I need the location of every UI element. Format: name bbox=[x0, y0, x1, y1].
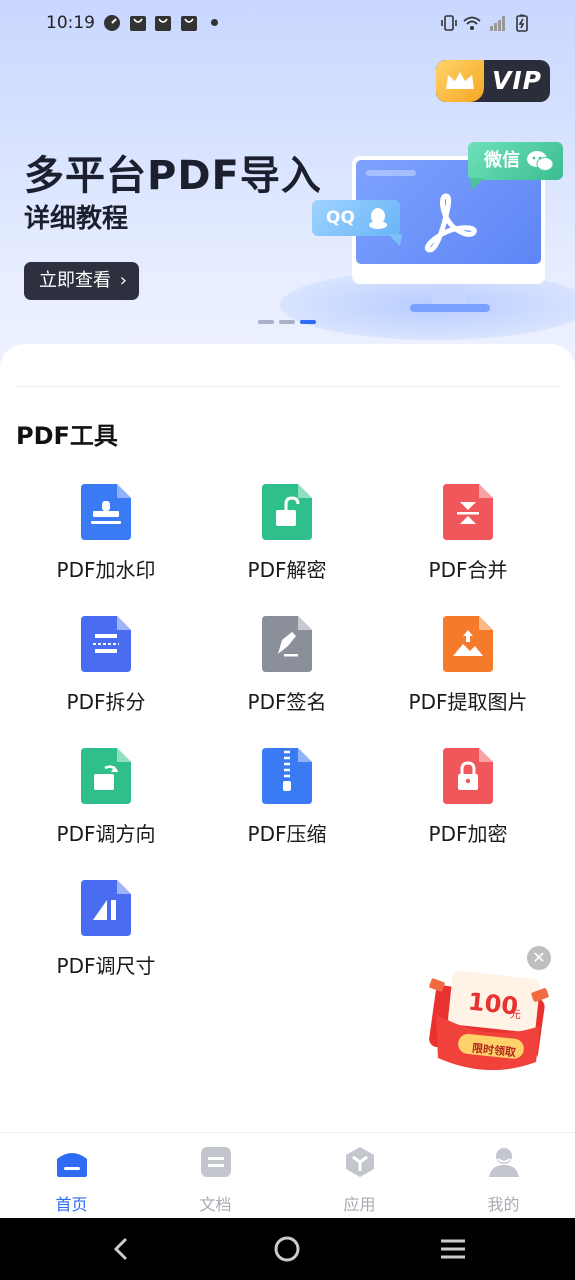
promo-banner[interactable]: 10:19 VIP 多平台PDF导入 详细教程 立即查看 › QQ 微信 bbox=[0, 0, 575, 380]
qq-penguin-icon bbox=[369, 208, 387, 229]
tab-home[interactable]: 首页 bbox=[0, 1133, 143, 1219]
zip-compress-icon bbox=[262, 748, 312, 804]
merge-icon bbox=[443, 484, 493, 540]
tool-extract-images[interactable]: PDF提取图片 bbox=[378, 616, 558, 726]
tool-label: PDF调方向 bbox=[56, 822, 156, 846]
status-time: 10:19 bbox=[46, 13, 95, 33]
vip-label: VIP bbox=[492, 66, 542, 95]
status-bar: 10:19 bbox=[0, 0, 575, 46]
back-icon[interactable] bbox=[107, 1234, 137, 1264]
qq-label: QQ bbox=[326, 208, 355, 228]
tool-label: PDF加密 bbox=[428, 822, 508, 846]
unlock-icon bbox=[262, 484, 312, 540]
section-title: PDF工具 bbox=[16, 422, 118, 450]
shopping-bag-icon bbox=[181, 16, 197, 31]
apps-cube-icon bbox=[346, 1147, 374, 1177]
bottom-tab-bar: 首页 文档 应用 我的 bbox=[0, 1132, 575, 1218]
tool-compress[interactable]: PDF压缩 bbox=[197, 748, 377, 858]
tab-apps[interactable]: 应用 bbox=[288, 1133, 431, 1219]
resize-icon bbox=[81, 880, 131, 936]
shopping-bag-icon bbox=[155, 16, 171, 31]
tool-label: PDF解密 bbox=[247, 558, 327, 582]
wechat-bubble: 微信 bbox=[468, 142, 563, 180]
lock-icon bbox=[443, 748, 493, 804]
notification-dot-icon bbox=[211, 19, 218, 26]
wechat-label: 微信 bbox=[484, 150, 520, 171]
tool-rotate[interactable]: PDF调方向 bbox=[16, 748, 196, 858]
close-promo-icon[interactable]: ✕ bbox=[527, 946, 551, 970]
qq-bubble: QQ bbox=[312, 200, 400, 236]
tool-label: PDF压缩 bbox=[247, 822, 327, 846]
vip-badge[interactable]: VIP bbox=[436, 60, 550, 102]
crown-icon bbox=[446, 72, 474, 89]
carousel-dot bbox=[279, 320, 295, 324]
promo-unit: 元 bbox=[509, 1007, 522, 1022]
tool-signature[interactable]: PDF签名 bbox=[197, 616, 377, 726]
vibrate-icon bbox=[441, 15, 457, 31]
home-icon bbox=[57, 1153, 87, 1177]
carousel-dot-active bbox=[300, 320, 316, 324]
signal-icon bbox=[490, 16, 505, 31]
tab-documents[interactable]: 文档 bbox=[144, 1133, 287, 1219]
wechat-bubble-tail bbox=[470, 178, 484, 190]
tool-encrypt[interactable]: PDF加密 bbox=[378, 748, 558, 858]
document-icon bbox=[201, 1147, 231, 1177]
tool-split[interactable]: PDF拆分 bbox=[16, 616, 196, 726]
qq-bubble-tail bbox=[388, 234, 402, 246]
battery-charging-icon bbox=[516, 14, 528, 32]
red-envelope-icon bbox=[429, 970, 549, 1071]
shopping-bag-icon bbox=[130, 16, 146, 31]
system-navigation-bar bbox=[0, 1218, 575, 1280]
tool-label: PDF调尺寸 bbox=[56, 954, 156, 978]
view-now-label: 立即查看 bbox=[39, 270, 111, 291]
divider bbox=[16, 386, 559, 387]
tool-decrypt[interactable]: PDF解密 bbox=[197, 484, 377, 594]
tab-label: 我的 bbox=[487, 1195, 520, 1214]
image-extract-icon bbox=[443, 616, 493, 672]
rotate-icon bbox=[81, 748, 131, 804]
wifi-icon bbox=[463, 16, 481, 30]
tool-label: PDF拆分 bbox=[66, 690, 146, 714]
home-circle-icon[interactable] bbox=[272, 1234, 302, 1264]
stamp-icon bbox=[81, 484, 131, 540]
tab-label: 应用 bbox=[343, 1195, 376, 1214]
acrobat-pdf-icon bbox=[424, 193, 477, 253]
monitor-base bbox=[410, 304, 490, 312]
tab-label: 首页 bbox=[55, 1195, 88, 1214]
tool-add-watermark[interactable]: PDF加水印 bbox=[16, 484, 196, 594]
view-now-button[interactable]: 立即查看 › bbox=[24, 262, 139, 300]
red-envelope-promo[interactable]: 100 元 限时领取 bbox=[428, 962, 552, 1080]
chevron-right-icon: › bbox=[119, 270, 127, 291]
menu-icon[interactable] bbox=[438, 1234, 468, 1264]
tool-label: PDF签名 bbox=[247, 690, 327, 714]
tool-label: PDF提取图片 bbox=[408, 690, 528, 714]
signature-pen-icon bbox=[262, 616, 312, 672]
tool-merge[interactable]: PDF合并 bbox=[378, 484, 558, 594]
carousel-dot bbox=[258, 320, 274, 324]
tool-resize[interactable]: PDF调尺寸 bbox=[16, 880, 196, 990]
tab-label: 文档 bbox=[199, 1195, 232, 1214]
tab-profile[interactable]: 我的 bbox=[432, 1133, 575, 1219]
wechat-icon bbox=[527, 151, 554, 171]
tool-label: PDF合并 bbox=[428, 558, 508, 582]
speedometer-icon bbox=[104, 15, 120, 31]
banner-subtitle: 详细教程 bbox=[24, 204, 129, 234]
tool-label: PDF加水印 bbox=[56, 558, 156, 582]
split-icon bbox=[81, 616, 131, 672]
banner-title: 多平台PDF导入 bbox=[24, 153, 322, 199]
profile-icon bbox=[489, 1148, 519, 1177]
monitor-stand bbox=[432, 284, 466, 306]
